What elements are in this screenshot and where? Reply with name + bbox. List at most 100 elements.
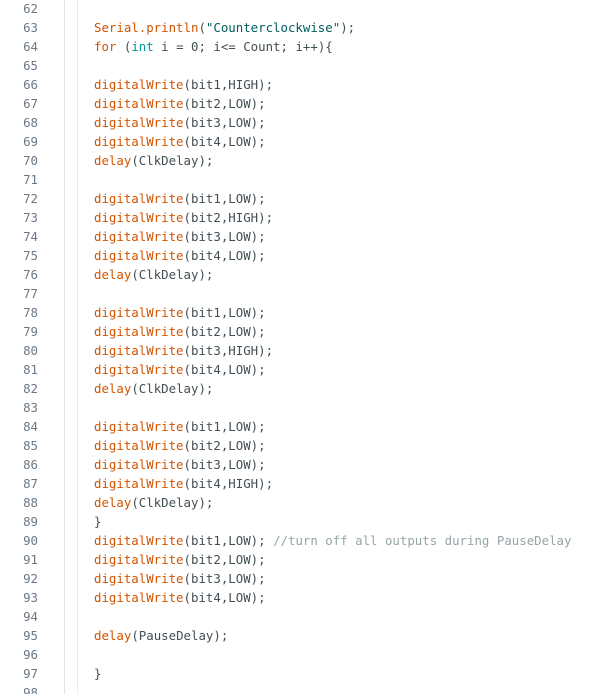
- code-line[interactable]: 79 digitalWrite(bit2,LOW);: [0, 322, 614, 341]
- line-number: 92: [23, 571, 38, 586]
- code-text: digitalWrite(bit4,LOW);: [94, 246, 266, 265]
- code-editor[interactable]: 62 63 Serial.println("Counterclockwise"); 6…: [0, 0, 614, 694]
- code-line[interactable]: 87 digitalWrite(bit4,HIGH);: [0, 474, 614, 493]
- code-line[interactable]: 66 digitalWrite(bit1,HIGH);: [0, 75, 614, 94]
- plain-token: (bit4,HIGH);: [183, 476, 274, 491]
- code-line[interactable]: 86 digitalWrite(bit3,LOW);: [0, 455, 614, 474]
- code-line[interactable]: 76 delay(ClkDelay);: [0, 265, 614, 284]
- code-line[interactable]: 94: [0, 607, 614, 626]
- code-line[interactable]: 62: [0, 0, 614, 18]
- code-line[interactable]: 91 digitalWrite(bit2,LOW);: [0, 550, 614, 569]
- code-text: delay(ClkDelay);: [94, 379, 213, 398]
- code-line[interactable]: 89}: [0, 512, 614, 531]
- code-text: }: [94, 664, 101, 683]
- code-text: digitalWrite(bit3,LOW);: [94, 569, 266, 588]
- line-number: 77: [23, 286, 38, 301]
- function-token: digitalWrite: [94, 457, 184, 472]
- code-line[interactable]: 97}: [0, 664, 614, 683]
- code-line[interactable]: 95 delay(PauseDelay);: [0, 626, 614, 645]
- line-number: 91: [23, 552, 38, 567]
- code-line[interactable]: 71: [0, 170, 614, 189]
- plain-token: (bit4,LOW);: [183, 362, 266, 377]
- code-text: digitalWrite(bit1,LOW);: [94, 189, 266, 208]
- function-token: digitalWrite: [94, 115, 184, 130]
- code-line[interactable]: 77: [0, 284, 614, 303]
- plain-token: (bit2,LOW);: [183, 438, 266, 453]
- code-line[interactable]: 80 digitalWrite(bit3,HIGH);: [0, 341, 614, 360]
- code-text: digitalWrite(bit3,LOW);: [94, 227, 266, 246]
- function-token: digitalWrite: [94, 191, 184, 206]
- code-line[interactable]: 70 delay(ClkDelay);: [0, 151, 614, 170]
- line-number: 72: [23, 191, 38, 206]
- line-number: 82: [23, 381, 38, 396]
- code-text: digitalWrite(bit1,LOW);: [94, 417, 266, 436]
- code-text: digitalWrite(bit4,LOW);: [94, 588, 266, 607]
- plain-token: (bit4,LOW);: [183, 590, 266, 605]
- function-token: digitalWrite: [94, 362, 184, 377]
- code-line[interactable]: 93 digitalWrite(bit4,LOW);: [0, 588, 614, 607]
- code-text: digitalWrite(bit3,LOW);: [94, 455, 266, 474]
- code-text: digitalWrite(bit2,HIGH);: [94, 208, 273, 227]
- code-line[interactable]: 73 digitalWrite(bit2,HIGH);: [0, 208, 614, 227]
- code-line[interactable]: 64 for (int i = 0; i<= Count; i++){: [0, 37, 614, 56]
- code-line[interactable]: 74 digitalWrite(bit3,LOW);: [0, 227, 614, 246]
- plain-token: (bit3,LOW);: [183, 457, 266, 472]
- function-token: digitalWrite: [94, 134, 184, 149]
- code-line[interactable]: 96: [0, 645, 614, 664]
- function-token: digitalWrite: [94, 305, 184, 320]
- function-token: digitalWrite: [94, 96, 184, 111]
- code-text: digitalWrite(bit4,LOW);: [94, 132, 266, 151]
- code-line[interactable]: 82 delay(ClkDelay);: [0, 379, 614, 398]
- function-token: digitalWrite: [94, 343, 184, 358]
- line-number: 76: [23, 267, 38, 282]
- code-text: digitalWrite(bit1,HIGH);: [94, 75, 273, 94]
- string-token: "Counterclockwise": [205, 20, 341, 35]
- line-number: 98: [23, 685, 38, 694]
- code-text: digitalWrite(bit3,LOW);: [94, 113, 266, 132]
- line-number: 64: [23, 39, 38, 54]
- code-line[interactable]: 68 digitalWrite(bit3,LOW);: [0, 113, 614, 132]
- code-text: delay(ClkDelay);: [94, 151, 213, 170]
- line-number: 71: [23, 172, 38, 187]
- line-number: 75: [23, 248, 38, 263]
- code-line[interactable]: 83: [0, 398, 614, 417]
- line-number: 63: [23, 20, 38, 35]
- keyword-token: int: [131, 39, 154, 54]
- code-text: digitalWrite(bit4,HIGH);: [94, 474, 273, 493]
- line-number: 84: [23, 419, 38, 434]
- code-line[interactable]: 75 digitalWrite(bit4,LOW);: [0, 246, 614, 265]
- code-line[interactable]: 78 digitalWrite(bit1,LOW);: [0, 303, 614, 322]
- code-line[interactable]: 63 Serial.println("Counterclockwise");: [0, 18, 614, 37]
- code-line[interactable]: 67 digitalWrite(bit2,LOW);: [0, 94, 614, 113]
- code-line[interactable]: 85 digitalWrite(bit2,LOW);: [0, 436, 614, 455]
- function-token: digitalWrite: [94, 229, 184, 244]
- code-line[interactable]: 81 digitalWrite(bit4,LOW);: [0, 360, 614, 379]
- code-line[interactable]: 84 digitalWrite(bit1,LOW);: [0, 417, 614, 436]
- plain-token: (bit4,LOW);: [183, 248, 266, 263]
- line-number: 70: [23, 153, 38, 168]
- line-number: 79: [23, 324, 38, 339]
- code-lines[interactable]: 62 63 Serial.println("Counterclockwise"); 6…: [0, 0, 614, 694]
- function-token: delay: [94, 381, 132, 396]
- code-line[interactable]: 92 digitalWrite(bit3,LOW);: [0, 569, 614, 588]
- line-number: 97: [23, 666, 38, 681]
- plain-token: }: [94, 666, 102, 681]
- code-line[interactable]: 72 digitalWrite(bit1,LOW);: [0, 189, 614, 208]
- plain-token: (bit2,LOW);: [183, 324, 266, 339]
- code-line[interactable]: 90 digitalWrite(bit1,LOW); //turn off all…: [0, 531, 614, 550]
- line-number: 94: [23, 609, 38, 624]
- line-number: 65: [23, 58, 38, 73]
- code-line[interactable]: 65: [0, 56, 614, 75]
- function-token: digitalWrite: [94, 210, 184, 225]
- code-text: digitalWrite(bit2,LOW);: [94, 94, 266, 113]
- line-number: 85: [23, 438, 38, 453]
- plain-token: );: [340, 20, 356, 35]
- function-token: digitalWrite: [94, 248, 184, 263]
- line-number: 69: [23, 134, 38, 149]
- code-line[interactable]: 98: [0, 683, 614, 694]
- code-text: }: [94, 512, 101, 531]
- plain-token: (bit3,LOW);: [183, 571, 266, 586]
- code-line[interactable]: 88 delay(ClkDelay);: [0, 493, 614, 512]
- function-token: for: [94, 39, 117, 54]
- code-line[interactable]: 69 digitalWrite(bit4,LOW);: [0, 132, 614, 151]
